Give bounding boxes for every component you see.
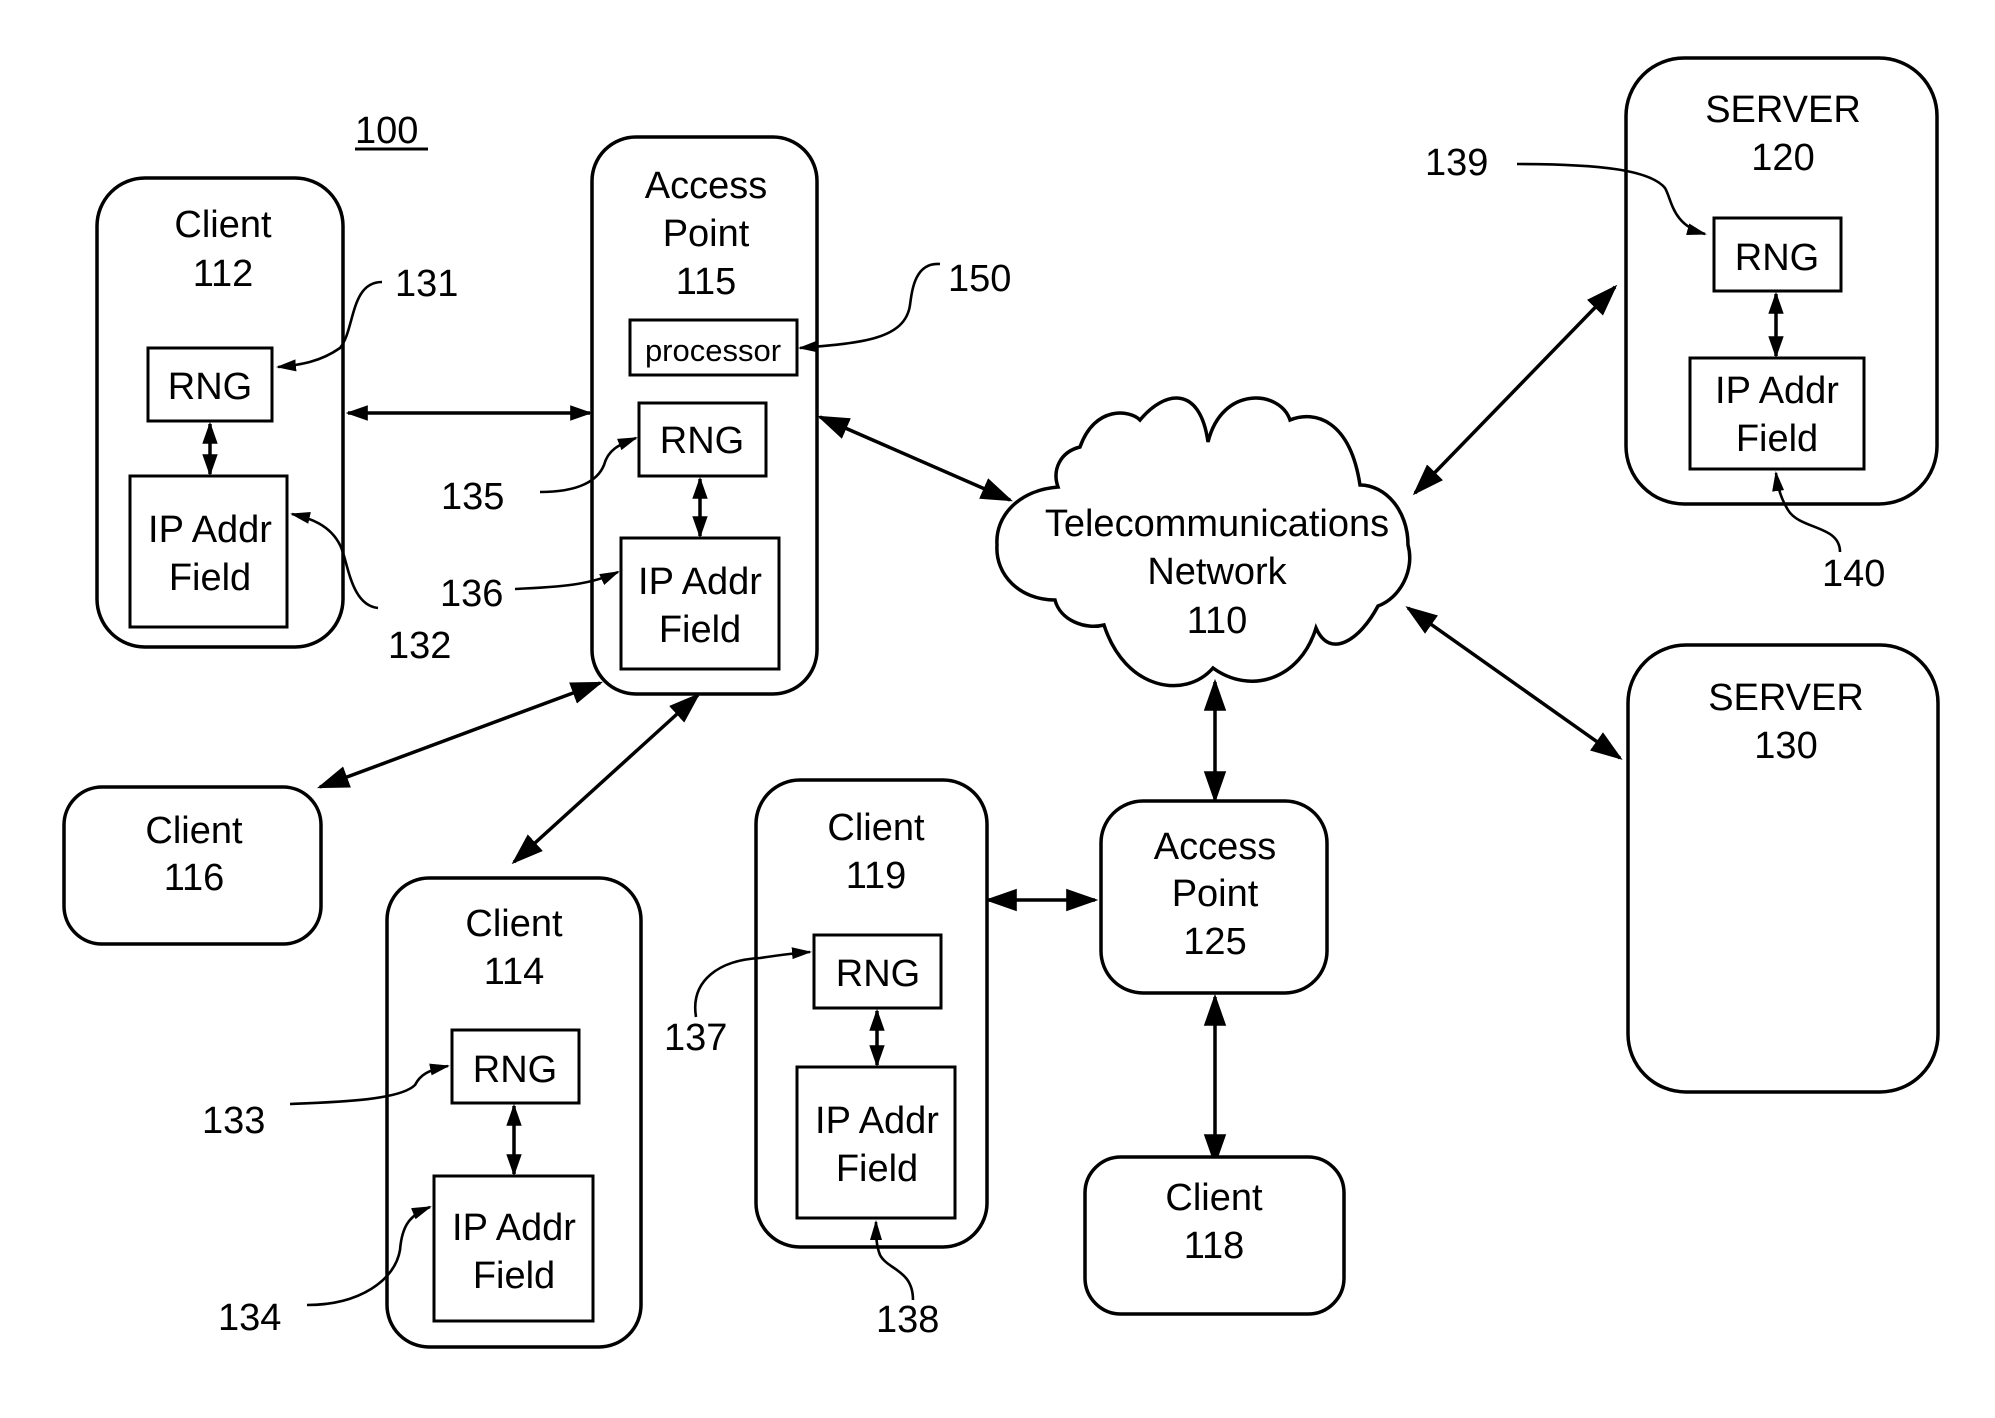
network-diagram: 100 Client 112 RNG IP Addr Field Access … (62, 56, 1940, 1349)
ref-150-leader (798, 262, 941, 353)
ref-140-label: 140 (1822, 553, 1885, 595)
link-client116-ap115 (317, 681, 603, 789)
client-119-ip-label-2: Field (836, 1148, 918, 1190)
network-ref: 110 (1187, 600, 1248, 642)
ref-131-label: 131 (395, 263, 458, 305)
client-112-rng-label: RNG (168, 366, 252, 408)
access-point-115-title-2: Point (663, 213, 750, 255)
client-119-ip-field-box (795, 1065, 957, 1220)
ref-135-label: 135 (441, 476, 504, 518)
client-114-ip-label-2: Field (473, 1255, 555, 1297)
ref-136-label: 136 (440, 573, 503, 615)
figure-number: 100 (355, 110, 418, 152)
access-point-115-rng-label: RNG (660, 420, 744, 462)
network-title-1: Telecommunications (1045, 503, 1389, 545)
ref-139-label: 139 (1425, 142, 1488, 184)
ref-150-label: 150 (948, 258, 1011, 300)
access-point-115-title-1: Access (645, 165, 767, 207)
link-network-server130 (1405, 606, 1623, 760)
access-point-125-title-1: Access (1154, 826, 1276, 868)
network-title-2: Network (1147, 551, 1287, 593)
client-119-rng-label: RNG (836, 953, 920, 995)
server-120-ref: 120 (1751, 137, 1814, 179)
server-130-ref: 130 (1754, 725, 1817, 767)
client-116-ref: 116 (164, 857, 225, 899)
server-120[interactable]: SERVER 120 RNG IP Addr Field (1624, 56, 1939, 506)
client-118-title: Client (1165, 1177, 1263, 1219)
access-point-115-ref: 115 (676, 261, 737, 303)
client-112-ref: 112 (193, 253, 254, 295)
client-118[interactable]: Client 118 (1083, 1155, 1346, 1316)
link-ap115-network (817, 415, 1013, 502)
access-point-115[interactable]: Access Point 115 processor RNG IP Addr F… (590, 135, 819, 696)
client-114-ref: 114 (484, 951, 545, 993)
client-112[interactable]: Client 112 RNG IP Addr Field (95, 176, 345, 649)
client-112-title: Client (174, 204, 272, 246)
client-114-rng-label: RNG (473, 1049, 557, 1091)
access-point-125-ref: 125 (1183, 921, 1246, 963)
client-119[interactable]: Client 119 RNG IP Addr Field (754, 778, 989, 1249)
ref-138-label: 138 (876, 1299, 939, 1341)
access-point-125-title-2: Point (1172, 873, 1259, 915)
server-130[interactable]: SERVER 130 (1626, 643, 1940, 1094)
server-120-title: SERVER (1705, 89, 1861, 131)
client-114[interactable]: Client 114 RNG IP Addr Field (385, 876, 643, 1349)
access-point-115-ip-label-2: Field (659, 609, 741, 651)
client-119-ref: 119 (846, 855, 907, 897)
link-network-server120 (1412, 284, 1618, 496)
server-120-ip-label-1: IP Addr (1715, 370, 1839, 412)
server-130-title: SERVER (1708, 677, 1864, 719)
client-116-title: Client (145, 810, 243, 852)
ref-150: 150 (798, 258, 1011, 353)
ref-133-label: 133 (202, 1100, 265, 1142)
ref-137-label: 137 (664, 1017, 727, 1059)
client-114-title: Client (465, 903, 563, 945)
link-client114-ap115 (511, 692, 701, 865)
client-112-ip-field-box (128, 474, 289, 629)
client-118-ref: 118 (1184, 1225, 1245, 1267)
client-112-ip-label-1: IP Addr (148, 509, 272, 551)
telecommunications-network-110[interactable]: Telecommunications Network 110 (995, 396, 1412, 688)
server-120-rng-label: RNG (1735, 237, 1819, 279)
client-119-ip-label-1: IP Addr (815, 1100, 939, 1142)
client-114-ip-label-1: IP Addr (452, 1207, 576, 1249)
access-point-115-ip-label-1: IP Addr (638, 561, 762, 603)
client-119-title: Client (827, 807, 925, 849)
ref-134-label: 134 (218, 1297, 281, 1339)
ref-132-label: 132 (388, 625, 451, 667)
client-116[interactable]: Client 116 (62, 785, 323, 946)
client-112-ip-label-2: Field (169, 557, 251, 599)
processor-label: processor (645, 333, 781, 368)
access-point-125[interactable]: Access Point 125 (1099, 799, 1329, 995)
server-120-ip-label-2: Field (1736, 418, 1818, 460)
